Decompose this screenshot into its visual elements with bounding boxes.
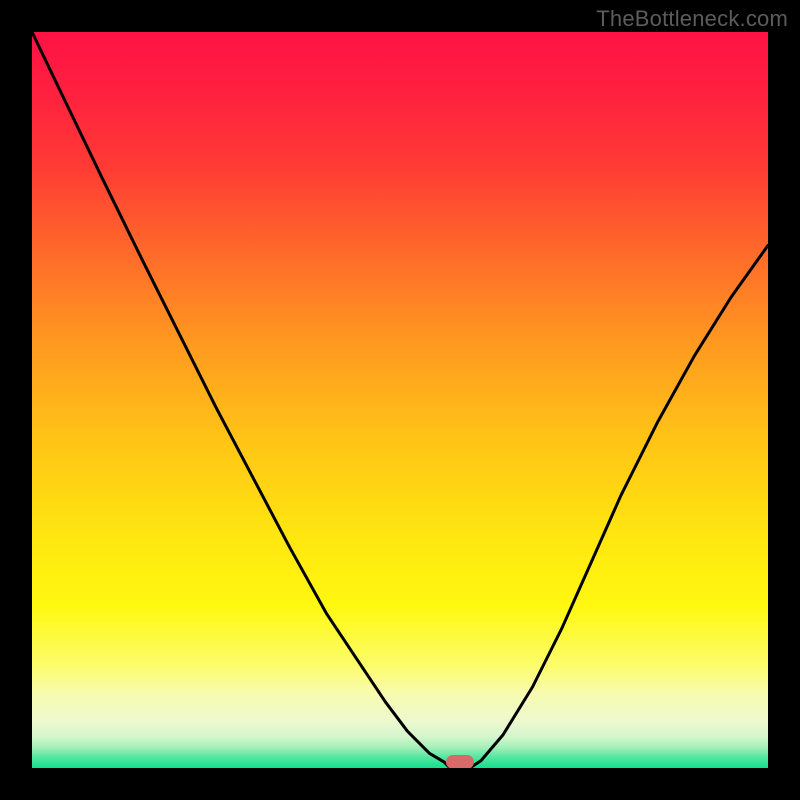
optimal-marker: [446, 755, 474, 768]
plot-area: [32, 32, 768, 768]
attribution-label: TheBottleneck.com: [596, 6, 788, 32]
chart-container: TheBottleneck.com: [0, 0, 800, 800]
gradient-background: [32, 32, 768, 768]
